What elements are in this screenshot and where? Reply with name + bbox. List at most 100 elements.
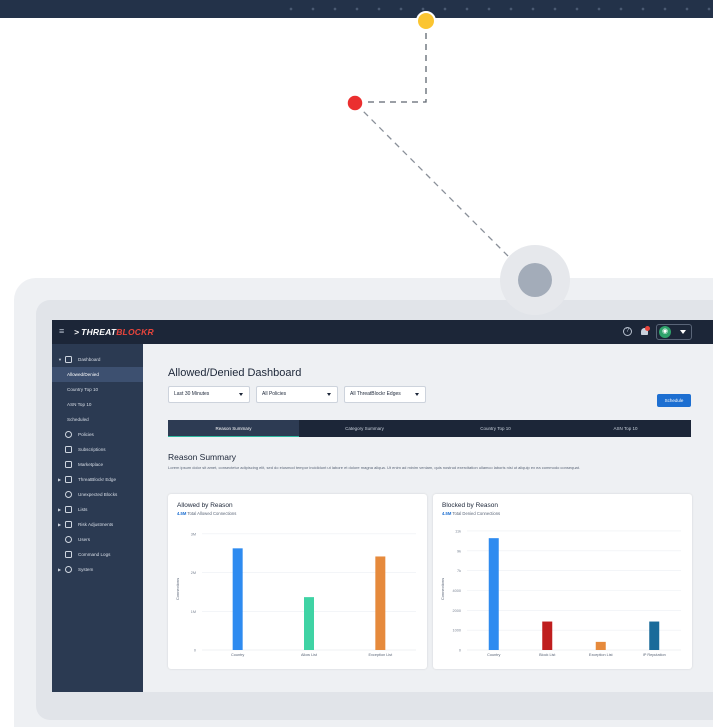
connector-knob: [518, 263, 552, 297]
section-description: Lorem ipsum dolor sit amet, consectetur …: [168, 465, 580, 470]
sidebar-item-system[interactable]: ▶ System: [52, 562, 143, 577]
policies-value: All Policies: [262, 391, 287, 397]
bar-country[interactable]: [232, 548, 243, 650]
y-tick-label: 7k: [457, 569, 461, 573]
dot-pattern: [280, 7, 713, 11]
x-tick-label: Exception List: [369, 653, 394, 657]
y-tick-label: 0: [459, 649, 461, 653]
red-connector: [355, 103, 523, 271]
blocked-by-reason-chart: Connections 1000 2000 4000 7k 9k 11k 0 Country Bl…: [440, 529, 681, 657]
x-tick-label: Allow List: [301, 653, 318, 657]
total-label: Total Denied Connections: [452, 511, 501, 516]
sidebar-item-label: Command Logs: [78, 552, 111, 557]
sidebar-item-label: Policies: [78, 432, 94, 437]
sidebar-item-label: Dashboard: [78, 357, 101, 362]
help-icon[interactable]: ?: [623, 327, 632, 336]
avatar[interactable]: ◉: [659, 326, 671, 338]
total-label: Total Allowed Connections: [187, 511, 237, 516]
x-tick-label: Block List: [539, 653, 556, 657]
sidebar-item-label: Lists: [78, 507, 88, 512]
chevron-down-icon[interactable]: [680, 330, 686, 334]
sidebar-item-label: Marketplace: [78, 462, 104, 467]
blocked-by-reason-card: Blocked by Reason 4.5M Total Denied Conn…: [433, 494, 692, 669]
chevron-right-icon: ▶: [58, 567, 62, 572]
sidebar-item-subscriptions[interactable]: Subscriptions: [52, 442, 143, 457]
sidebar-item-users[interactable]: Users: [52, 532, 143, 547]
sidebar-item-allowed-denied[interactable]: Allowed/Denied: [52, 367, 143, 382]
app-header: ≡ > THREATBLOCKR ? ◉: [52, 320, 713, 344]
chevron-right-icon: ▶: [58, 522, 62, 527]
sidebar-item-asn-top-10[interactable]: ASN Top 10: [52, 397, 143, 412]
page-title: Allowed/Denied Dashboard: [168, 367, 302, 379]
bar-exception-list[interactable]: [375, 556, 386, 650]
top-decorative-strip: [0, 0, 713, 18]
chevron-down-icon: [415, 393, 419, 396]
sidebar-item-unexpected-blocks[interactable]: Unexpected Blocks: [52, 487, 143, 502]
tab-category-summary[interactable]: Category Summary: [299, 420, 430, 437]
y-tick-label: 2000: [453, 609, 461, 613]
sidebar-item-scheduled[interactable]: Scheduled: [52, 412, 143, 427]
chevron-right-icon: ▶: [58, 507, 62, 512]
bar-ip-reputation[interactable]: [649, 621, 660, 650]
x-tick-label: Exception List: [589, 653, 614, 657]
total-value: 4.5M: [177, 511, 187, 516]
yellow-connector: [365, 22, 427, 103]
risk-adjustments-icon: [65, 521, 72, 528]
sidebar-item-command-logs[interactable]: Command Logs: [52, 547, 143, 562]
dashboard-icon: [65, 356, 72, 363]
marketplace-icon: [65, 461, 72, 468]
tab-asn-top-10[interactable]: ASN Top 10: [560, 420, 691, 437]
bar-country[interactable]: [488, 538, 499, 650]
tab-country-top-10[interactable]: Country Top 10: [430, 420, 561, 437]
edge-icon: [65, 476, 72, 483]
sidebar: ▼ Dashboard Allowed/Denied Country Top 1…: [52, 344, 143, 692]
sidebar-item-dashboard[interactable]: ▼ Dashboard: [52, 352, 143, 367]
chevron-down-icon: ▼: [58, 357, 62, 362]
policies-icon: [65, 431, 72, 438]
chevron-right-icon: ▶: [58, 477, 62, 482]
x-tick-label: IP Reputation: [643, 653, 666, 657]
sidebar-item-country-top-10[interactable]: Country Top 10: [52, 382, 143, 397]
y-tick-label: 3M: [191, 532, 196, 536]
bar-exception-list[interactable]: [595, 641, 606, 650]
sidebar-item-label: System: [78, 567, 94, 572]
main-content: Allowed/Denied Dashboard Last 30 Minutes…: [143, 344, 713, 692]
policies-select[interactable]: All Policies: [256, 386, 338, 403]
total-value: 4.5M: [442, 511, 452, 516]
hamburger-icon[interactable]: ≡: [59, 326, 67, 336]
sidebar-item-policies[interactable]: Policies: [52, 427, 143, 442]
y-tick-label: 2M: [191, 571, 196, 575]
notification-bell-icon[interactable]: [640, 326, 650, 337]
y-tick-label: 9k: [457, 549, 461, 553]
tab-reason-summary[interactable]: Reason Summary: [168, 420, 299, 437]
chevron-down-icon: [327, 393, 331, 396]
users-icon: [65, 536, 72, 543]
sidebar-item-risk-adjustments[interactable]: ▶ Risk Adjustments: [52, 517, 143, 532]
red-dot: [346, 94, 364, 112]
sidebar-item-label: Allowed/Denied: [67, 372, 99, 377]
y-tick-label: 4000: [453, 589, 461, 593]
time-range-select[interactable]: Last 30 Minutes: [168, 386, 250, 403]
bar-block-list[interactable]: [542, 621, 553, 650]
y-tick-label: 1000: [453, 629, 461, 633]
sidebar-item-threatblockr-edge[interactable]: ▶ ThreatBlockr Edge: [52, 472, 143, 487]
sidebar-item-marketplace[interactable]: Marketplace: [52, 457, 143, 472]
sidebar-item-lists[interactable]: ▶ Lists: [52, 502, 143, 517]
card-subtitle: 4.5M Total Allowed Connections: [177, 511, 236, 516]
y-axis-title: Connections: [175, 578, 180, 600]
y-tick-label: 1M: [191, 610, 196, 614]
x-tick-label: Country: [231, 653, 244, 657]
allowed-by-reason-card: Allowed by Reason 4.5M Total Allowed Con…: [168, 494, 427, 669]
edges-select[interactable]: All ThreatBlockr Edges: [344, 386, 426, 403]
card-subtitle: 4.5M Total Denied Connections: [442, 511, 500, 516]
logo[interactable]: > THREATBLOCKR: [74, 325, 154, 339]
tab-bar: Reason Summary Category Summary Country …: [168, 420, 691, 437]
bar-allow-list[interactable]: [304, 597, 314, 650]
card-title: Allowed by Reason: [177, 502, 233, 509]
edges-value: All ThreatBlockr Edges: [350, 391, 401, 397]
sidebar-item-label: Users: [78, 537, 90, 542]
time-range-value: Last 30 Minutes: [174, 391, 210, 397]
unexpected-blocks-icon: [65, 491, 72, 498]
sidebar-item-label: Subscriptions: [78, 447, 106, 452]
schedule-button[interactable]: Schedule: [657, 394, 691, 407]
